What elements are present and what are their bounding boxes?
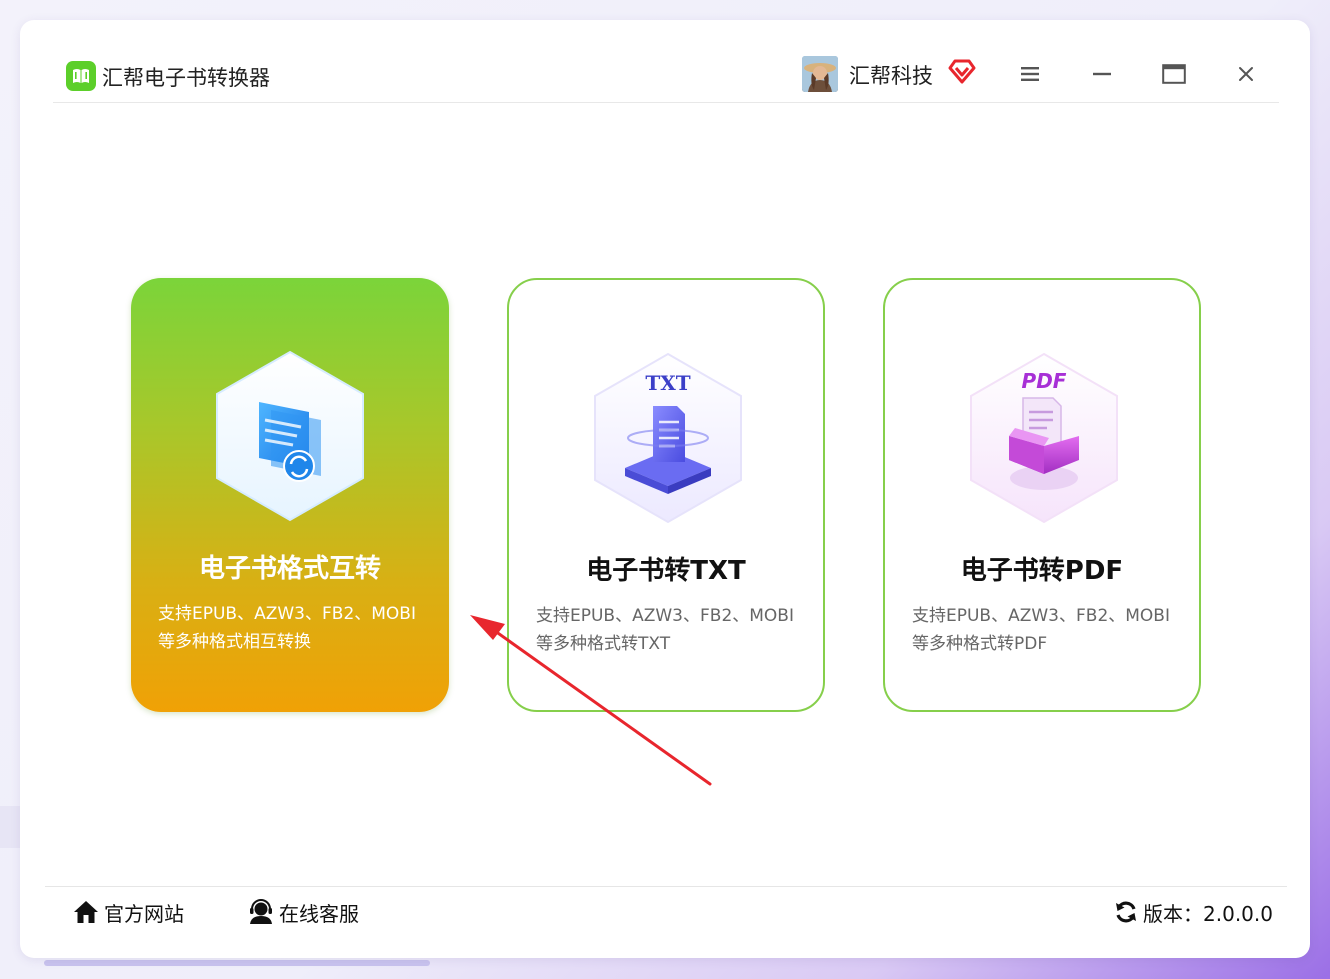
- card-description-line: 等多种格式转TXT: [536, 634, 671, 654]
- card-description: 支持EPUB、AZW3、FB2、MOBI 等多种格式转TXT: [536, 602, 816, 658]
- txt-icon-label: TXT: [645, 371, 690, 395]
- close-icon[interactable]: [1226, 58, 1266, 90]
- pdf-icon-label: PDF: [1022, 369, 1067, 393]
- card-ebook-format-convert[interactable]: 电子书格式互转 支持EPUB、AZW3、FB2、MOBI 等多种格式相互转换: [131, 278, 449, 712]
- minimize-icon[interactable]: [1082, 58, 1122, 90]
- txt-icon: TXT: [594, 352, 742, 524]
- main-content: 电子书格式互转 支持EPUB、AZW3、FB2、MOBI 等多种格式相互转换 T…: [20, 104, 1310, 884]
- app-window: 汇帮电子书转换器 汇帮科技 电子书格式互转 支持EPUB、AZW3、FB2、MO…: [20, 20, 1310, 958]
- online-service-label: 在线客服: [279, 901, 359, 926]
- official-website-link[interactable]: 官方网站: [72, 897, 184, 927]
- online-service-link[interactable]: 在线客服: [247, 897, 359, 927]
- app-title: 汇帮电子书转换器: [102, 66, 270, 90]
- card-ebook-to-pdf[interactable]: PDF 电子书转PDF 支持EPUB、AZW3、FB2、MOBI 等多种格式转P…: [883, 278, 1201, 712]
- maximize-icon[interactable]: [1154, 58, 1194, 90]
- card-description: 支持EPUB、AZW3、FB2、MOBI 等多种格式转PDF: [912, 602, 1192, 658]
- card-description-line: 支持EPUB、AZW3、FB2、MOBI: [912, 606, 1170, 626]
- pdf-icon: PDF: [970, 352, 1118, 524]
- card-title: 电子书转PDF: [960, 556, 1124, 586]
- card-description-line: 支持EPUB、AZW3、FB2、MOBI: [536, 606, 794, 626]
- user-name[interactable]: 汇帮科技: [849, 60, 933, 90]
- official-website-label: 官方网站: [104, 901, 184, 926]
- user-avatar[interactable]: [802, 56, 838, 92]
- footer-bar: 官方网站 在线客服 版本：2.0.0.0: [45, 886, 1287, 938]
- book-icon: [66, 61, 96, 91]
- card-description-line: 支持EPUB、AZW3、FB2、MOBI: [158, 604, 416, 624]
- card-description-line: 等多种格式相互转换: [158, 632, 311, 652]
- vip-heart-icon[interactable]: [948, 58, 976, 84]
- menu-icon[interactable]: [1010, 58, 1050, 90]
- version-info[interactable]: 版本：2.0.0.0: [1114, 897, 1273, 927]
- refresh-icon: [1116, 901, 1137, 923]
- title-bar: 汇帮电子书转换器 汇帮科技: [53, 50, 1279, 103]
- card-title: 电子书转TXT: [586, 556, 746, 586]
- card-description-line: 等多种格式转PDF: [912, 634, 1048, 654]
- card-ebook-to-txt[interactable]: TXT 电子书转TXT 支持EPUB、AZW3、FB2、MOBI 等多种格式转T…: [507, 278, 825, 712]
- ebook-convert-icon: [216, 350, 364, 522]
- customer-service-icon: [250, 899, 272, 924]
- home-icon: [74, 901, 98, 923]
- version-label: 版本：2.0.0.0: [1143, 901, 1273, 926]
- card-description: 支持EPUB、AZW3、FB2、MOBI 等多种格式相互转换: [158, 600, 438, 656]
- card-title: 电子书格式互转: [198, 554, 381, 584]
- background-scrollbar: [44, 960, 430, 966]
